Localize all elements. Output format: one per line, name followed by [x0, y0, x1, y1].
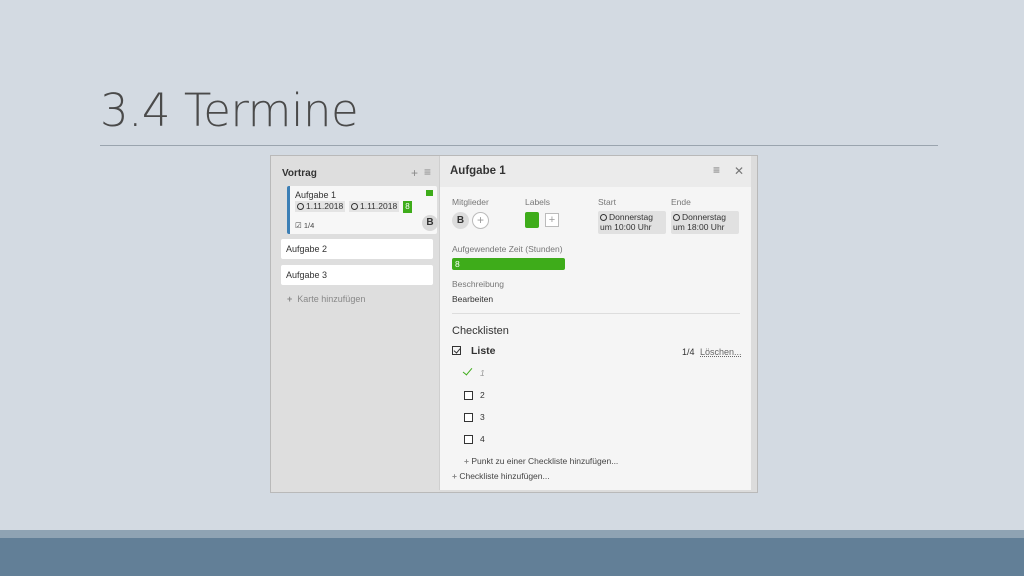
labels-label: Labels [525, 197, 551, 207]
clock-icon [297, 203, 304, 210]
footer-band-light [0, 530, 1024, 538]
add-card-link[interactable]: + Karte hinzufügen [287, 294, 365, 304]
card-aufgabe-1[interactable]: Aufgabe 1 1.11.2018 1.11.2018 8 ☑ 1/4 B [287, 186, 438, 234]
card-title: Aufgabe 2 [286, 244, 328, 254]
checklist-progress: 1/4 [682, 347, 695, 357]
detail-header: Aufgabe 1 ≡ ✕ [440, 156, 751, 187]
close-icon[interactable]: ✕ [734, 164, 744, 178]
add-label-button[interactable]: + [545, 213, 559, 227]
checkmark-icon[interactable] [462, 365, 473, 376]
card-aufgabe-3[interactable]: Aufgabe 3 [281, 265, 433, 285]
plus-icon[interactable]: + [411, 166, 418, 180]
card-start-date: 1.11.2018 [295, 201, 346, 212]
footer-band [0, 538, 1024, 576]
start-date-field[interactable]: Donnerstag um 10:00 Uhr [598, 211, 666, 234]
divider [452, 313, 740, 314]
board-screenshot: Vortrag + ≡ Aufgabe 1 1.11.2018 1.11.201… [270, 155, 758, 493]
checkbox[interactable] [464, 391, 473, 400]
members-label: Mitglieder [452, 197, 489, 207]
card-time-badge: 8 [403, 201, 412, 213]
delete-checklist-link[interactable]: Löschen... [700, 347, 742, 357]
end-date-field[interactable]: Donnerstag um 18:00 Uhr [671, 211, 739, 234]
checkbox[interactable] [464, 413, 473, 422]
hamburger-icon[interactable]: ≡ [424, 165, 431, 179]
card-label-green [426, 190, 433, 196]
title-divider [100, 145, 938, 146]
clock-icon [673, 214, 680, 221]
list-title: Vortrag [282, 168, 317, 179]
card-title: Aufgabe 3 [286, 270, 328, 280]
end-label: Ende [671, 197, 691, 207]
start-label: Start [598, 197, 616, 207]
time-spent-label: Aufgewendete Zeit (Stunden) [452, 244, 563, 254]
plus-icon: + [287, 294, 293, 304]
slide-title: 3.4 Termine [100, 84, 359, 137]
label-green-chip[interactable] [525, 212, 539, 228]
avatar[interactable]: B [452, 212, 469, 229]
add-checklist-item-link[interactable]: + Punkt zu einer Checkliste hinzufügen..… [464, 456, 618, 466]
card-checklist-count: ☑ 1/4 [295, 221, 315, 230]
avatar[interactable]: B [422, 215, 438, 231]
plus-icon: + [452, 471, 457, 481]
add-checklist-link[interactable]: + Checkliste hinzufügen... [452, 471, 550, 481]
checklist-checkbox-icon [452, 346, 461, 355]
detail-title[interactable]: Aufgabe 1 [450, 165, 506, 177]
card-aufgabe-2[interactable]: Aufgabe 2 [281, 239, 433, 259]
plus-icon: + [464, 456, 469, 466]
edit-description-link[interactable]: Bearbeiten [452, 294, 493, 304]
clock-icon [600, 214, 607, 221]
card-detail-panel: Aufgabe 1 ≡ ✕ Mitglieder B + Labels + St… [439, 156, 751, 490]
time-spent-bar[interactable]: 8 [452, 258, 565, 270]
list-column: Vortrag + ≡ Aufgabe 1 1.11.2018 1.11.201… [271, 156, 439, 492]
checkbox[interactable] [464, 435, 473, 444]
add-member-button[interactable]: + [472, 212, 489, 229]
hamburger-icon[interactable]: ≡ [713, 163, 720, 177]
checklists-heading: Checklisten [452, 325, 509, 337]
checklist-title[interactable]: Liste [471, 345, 496, 357]
clock-icon [351, 203, 358, 210]
card-end-date: 1.11.2018 [349, 201, 400, 212]
description-label: Beschreibung [452, 279, 504, 289]
card-title: Aufgabe 1 [295, 190, 337, 200]
